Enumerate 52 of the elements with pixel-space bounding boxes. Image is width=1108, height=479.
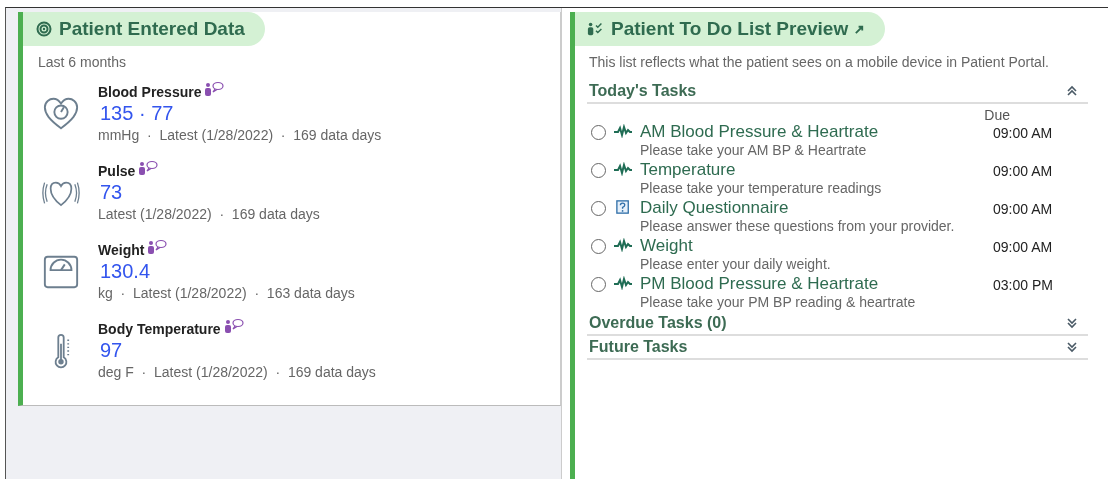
collapse-icon[interactable] <box>1066 85 1078 98</box>
expand-icon[interactable] <box>1066 341 1078 354</box>
panel-title: Patient To Do List Preview <box>611 18 849 40</box>
person-speech-icon <box>138 160 159 176</box>
measurement-details: mmHg · Latest (1/28/2022) · 169 data days <box>98 127 382 143</box>
measurement-name: Weight <box>98 242 145 258</box>
target-icon <box>35 21 53 37</box>
heart-gauge-icon <box>41 95 80 132</box>
section-title: Today's Tasks <box>589 82 697 101</box>
section-title: Future Tasks <box>589 338 688 357</box>
task-due-time: 09:00 AM <box>993 163 1054 180</box>
measurement-value: 130.4 <box>100 260 152 283</box>
task-description: Please take your temperature readings <box>640 180 883 197</box>
task-due-time: 09:00 AM <box>993 125 1054 142</box>
task-title: Daily Questionnaire <box>640 198 790 219</box>
panel-title: Patient Entered Data <box>59 18 245 40</box>
pulse-icon <box>614 162 632 177</box>
task-due-time: 03:00 PM <box>993 277 1054 294</box>
measurement-value: 73 <box>100 181 124 204</box>
expand-icon[interactable] <box>1066 317 1078 330</box>
measurement-name: Blood Pressure <box>98 84 202 100</box>
task-title: AM Blood Pressure & Heartrate <box>640 122 880 143</box>
person-speech-icon <box>204 81 225 97</box>
task-description: Please take your PM BP reading & heartrate <box>640 294 917 311</box>
section-title: Overdue Tasks (0) <box>589 314 727 333</box>
person-speech-icon <box>147 239 168 255</box>
task-title: PM Blood Pressure & Heartrate <box>640 274 880 295</box>
task-description: Please take your AM BP & Heartrate <box>640 142 868 159</box>
external-link-icon[interactable] <box>854 23 866 35</box>
measurement-details: kg · Latest (1/28/2022) · 163 data days <box>98 285 355 301</box>
measurement-value: 97 <box>100 339 124 362</box>
person-checklist-icon <box>587 21 605 37</box>
person-speech-icon <box>223 318 244 334</box>
measurement-value: 135 · 77 <box>100 102 175 125</box>
measurement-name: Pulse <box>98 163 136 179</box>
questionnaire-icon <box>614 200 632 215</box>
pulse-icon <box>614 238 632 253</box>
task-due-time: 09:00 AM <box>993 201 1054 218</box>
due-column-header: Due <box>984 107 1010 124</box>
pulse-icon <box>614 276 632 291</box>
panel-description: This list reflects what the patient sees on a mobile device in Patient Portal. <box>589 53 1050 72</box>
measurement-details: Latest (1/28/2022) · 169 data days <box>98 206 320 222</box>
scale-icon <box>41 253 80 290</box>
task-description: Please answer these questions from your provider. <box>640 218 956 235</box>
task-title: Weight <box>640 236 694 257</box>
measurement-name: Body Temperature <box>98 321 221 337</box>
task-title: Temperature <box>640 160 737 181</box>
period-label: Last 6 months <box>38 54 127 70</box>
pulse-icon <box>614 124 632 139</box>
task-description: Please enter your daily weight. <box>640 256 832 273</box>
task-due-time: 09:00 AM <box>993 239 1054 256</box>
measurement-details: deg F · Latest (1/28/2022) · 169 data days <box>98 364 376 380</box>
